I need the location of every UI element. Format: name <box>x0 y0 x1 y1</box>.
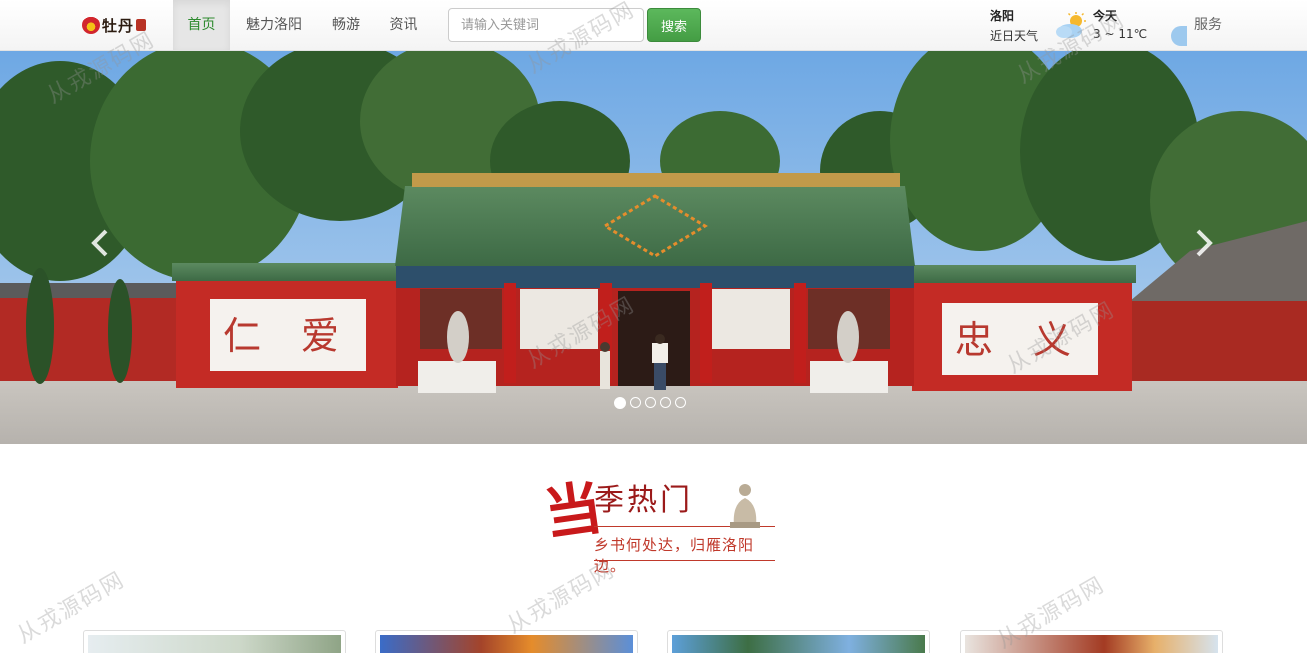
logo-text: 牡丹 <box>102 16 135 35</box>
card-thumbnail <box>380 635 633 653</box>
carousel-dot-2[interactable] <box>630 397 641 408</box>
service-link[interactable]: 服务 <box>1194 0 1222 50</box>
hot-spot-card-2[interactable] <box>375 630 638 653</box>
nav-item-travel[interactable]: 畅游 <box>318 0 374 50</box>
gate-sign-right: 忠 义 <box>954 318 1086 362</box>
carousel-dot-3[interactable] <box>645 397 656 408</box>
weather-subtitle: 近日天气 <box>990 29 1039 43</box>
hot-spot-card-1[interactable] <box>83 630 346 653</box>
today-label: 今天 <box>1093 9 1118 23</box>
gate-sign-left: 仁 爱 <box>222 314 354 358</box>
site-logo[interactable]: 牡丹 <box>82 12 154 38</box>
today-temperature: 3 ~ 11℃ <box>1093 27 1148 41</box>
section-title: 当 季热门 乡书何处达，归雁洛阳边。 <box>540 473 780 575</box>
top-navbar: 牡丹 首页 魅力洛阳 畅游 资讯 搜索 洛阳 近日天气 今天 3 ~ 11℃ 服… <box>0 0 1307 51</box>
peony-logo-icon <box>82 16 100 34</box>
seal-icon <box>136 19 147 31</box>
partly-cloudy-icon <box>1056 12 1086 38</box>
title-underline <box>594 560 775 561</box>
nav-item-home[interactable]: 首页 <box>173 0 230 50</box>
carousel-dot-5[interactable] <box>675 397 686 408</box>
carousel-dot-1[interactable] <box>614 397 626 409</box>
card-thumbnail <box>965 635 1218 653</box>
nav-item-charm-luoyang[interactable]: 魅力洛阳 <box>231 0 317 50</box>
page: 牡丹 首页 魅力洛阳 畅游 资讯 搜索 洛阳 近日天气 今天 3 ~ 11℃ 服… <box>0 0 1307 653</box>
carousel-indicators <box>614 397 686 409</box>
section-title-main: 季热门 <box>594 483 693 518</box>
nav-item-news[interactable]: 资讯 <box>375 0 432 50</box>
card-thumbnail <box>88 635 341 653</box>
search-button[interactable]: 搜索 <box>647 8 701 42</box>
search-input[interactable] <box>448 8 644 42</box>
carousel-next-icon[interactable] <box>1188 223 1218 263</box>
hot-spot-card-4[interactable] <box>960 630 1223 653</box>
card-thumbnail <box>672 635 925 653</box>
weather-city: 洛阳 <box>990 9 1015 23</box>
carousel-dot-4[interactable] <box>660 397 671 408</box>
carousel-slide-image <box>0 51 1307 444</box>
carousel-prev-icon[interactable] <box>86 223 116 263</box>
section-subtitle: 乡书何处达，归雁洛阳边。 <box>594 536 755 575</box>
hero-carousel[interactable]: 仁 爱 忠 义 <box>0 51 1307 444</box>
hot-spot-card-3[interactable] <box>667 630 930 653</box>
buddha-statue-icon <box>730 484 760 528</box>
weather-forecast-icon <box>1171 26 1187 46</box>
